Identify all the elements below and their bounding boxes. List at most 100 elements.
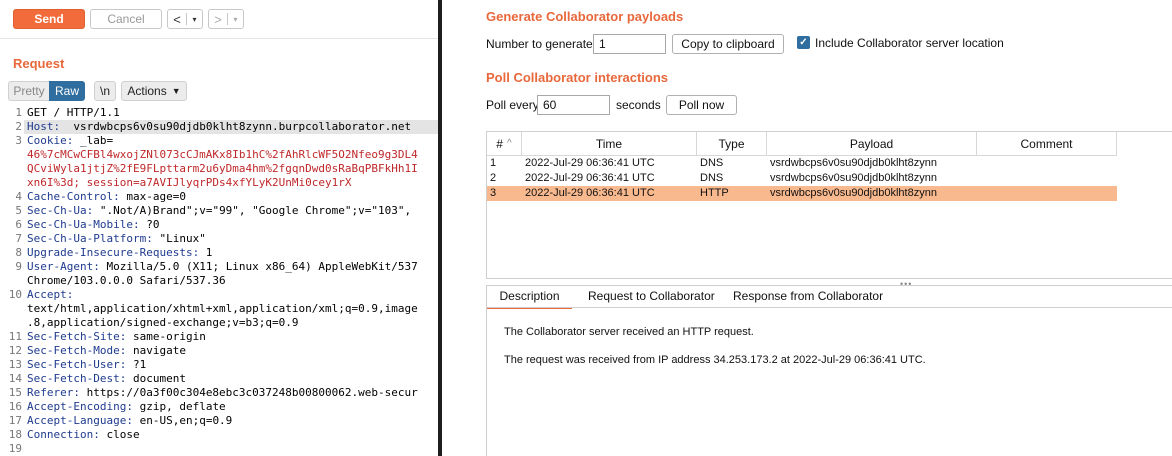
line-number: 10 bbox=[8, 288, 22, 301]
raw-view-button[interactable]: Raw bbox=[49, 81, 85, 101]
include-server-location-checkbox[interactable]: ✓ bbox=[797, 36, 810, 49]
show-newlines-button[interactable]: \n bbox=[94, 81, 116, 101]
poll-now-button[interactable]: Poll now bbox=[666, 95, 737, 115]
description-line-2: The request was received from IP address… bbox=[504, 354, 926, 366]
header-value: ".Not/A)Brand";v="99", "Google Chrome";v… bbox=[93, 204, 412, 217]
tab-description[interactable]: Description bbox=[487, 286, 572, 309]
sort-ascending-icon: ^ bbox=[506, 138, 512, 149]
line-text: Accept-Encoding: gzip, deflate bbox=[27, 400, 226, 414]
column-header-time[interactable]: Time bbox=[522, 132, 697, 156]
header-value: https://0a3f00c304e8ebc3c037248b00800062… bbox=[79, 386, 418, 399]
header-value: GET / HTTP/1.1 bbox=[27, 106, 120, 119]
line-text: Connection: close bbox=[27, 428, 140, 442]
cell-time: 2022-Jul-29 06:36:41 UTC bbox=[525, 187, 655, 199]
line-number: 19 bbox=[8, 442, 22, 455]
header-value: ?1 bbox=[126, 358, 147, 371]
header-name: Sec-Ch-Ua-Platform: bbox=[27, 232, 153, 245]
column-header-comment[interactable]: Comment bbox=[977, 132, 1117, 156]
header-name: Sec-Fetch-User: bbox=[27, 358, 127, 371]
forward-arrow-icon[interactable]: > bbox=[209, 12, 227, 27]
line-text: QCviWyla1jtjZ%2fE9FLpttarm2u6yDma4hm%2fg… bbox=[27, 162, 418, 176]
description-line-1: The Collaborator server received an HTTP… bbox=[504, 326, 754, 338]
poll-interval-input[interactable]: 60 bbox=[537, 95, 610, 115]
header-value: navigate bbox=[126, 344, 186, 357]
column-header-payload[interactable]: Payload bbox=[767, 132, 977, 156]
actions-menu-button[interactable]: Actions ▼ bbox=[121, 81, 187, 101]
header-name: Accept-Encoding: bbox=[27, 400, 133, 413]
header-name: Referer: bbox=[27, 386, 80, 399]
tab-response-from-collaborator[interactable]: Response from Collaborator bbox=[733, 286, 883, 307]
request-title: Request bbox=[13, 56, 65, 71]
collaborator-pane: Generate Collaborator payloads Number to… bbox=[442, 0, 1172, 456]
line-text: GET / HTTP/1.1 bbox=[27, 106, 120, 120]
line-text: Chrome/103.0.0.0 Safari/537.36 bbox=[27, 274, 226, 288]
line-text: 46%7cMCwCFBl4wxojZNl073cCJmAKx8Ib1hC%2fA… bbox=[27, 148, 418, 162]
header-value: document bbox=[126, 372, 186, 385]
cell-type: DNS bbox=[700, 172, 724, 184]
line-number: 5 bbox=[15, 204, 22, 217]
cell-type: HTTP bbox=[700, 187, 729, 199]
poll-every-label: Poll every bbox=[486, 98, 539, 112]
table-row[interactable]: 1 2022-Jul-29 06:36:41 UTC DNS vsrdwbcps6v0… bbox=[487, 156, 1117, 171]
header-name: Sec-Fetch-Mode: bbox=[27, 344, 127, 357]
line-text: Sec-Fetch-Dest: document bbox=[27, 372, 186, 386]
line-number: 11 bbox=[8, 330, 22, 343]
cookie-value: xn6I%3d; session=a7AVIJlyqrPDs4xfYLyK2Un… bbox=[27, 176, 352, 189]
line-text: Sec-Fetch-Site: same-origin bbox=[27, 330, 206, 344]
header-name: Cache-Control: bbox=[27, 190, 120, 203]
tab-request-to-collaborator[interactable]: Request to Collaborator bbox=[588, 286, 715, 307]
header-value: max-age=0 bbox=[119, 190, 186, 203]
back-arrow-icon[interactable]: < bbox=[168, 12, 186, 27]
header-name: Sec-Ch-Ua-Mobile: bbox=[27, 218, 140, 231]
send-button[interactable]: Send bbox=[13, 9, 85, 29]
header-name: Sec-Ch-Ua: bbox=[27, 204, 94, 217]
line-number: 13 bbox=[8, 358, 22, 371]
chevron-down-icon[interactable]: ▾ bbox=[228, 15, 243, 24]
line-number: 3 bbox=[15, 134, 22, 147]
pretty-view-button[interactable]: Pretty bbox=[8, 81, 49, 101]
cell-id: 3 bbox=[490, 187, 497, 199]
line-text: Referer: https://0a3f00c304e8ebc3c037248… bbox=[27, 386, 418, 400]
cell-type: DNS bbox=[700, 157, 724, 169]
history-back-group[interactable]: < ▾ bbox=[167, 9, 203, 29]
history-forward-group[interactable]: > ▾ bbox=[208, 9, 244, 29]
line-text: Sec-Ch-Ua: ".Not/A)Brand";v="99", "Googl… bbox=[27, 204, 411, 218]
header-value: same-origin bbox=[126, 330, 206, 343]
line-number: 14 bbox=[8, 372, 22, 385]
table-row[interactable]: 3 2022-Jul-29 06:36:41 UTC HTTP vsrdwbcps6v… bbox=[487, 186, 1117, 201]
header-name: Host: bbox=[27, 120, 61, 133]
cookie-value: 46%7cMCwCFBl4wxojZNl073cCJmAKx8Ib1hC%2fA… bbox=[27, 148, 418, 161]
header-value: text/html,application/xhtml+xml,applicat… bbox=[27, 302, 418, 315]
cell-id: 1 bbox=[490, 157, 497, 169]
column-label: # bbox=[496, 136, 503, 151]
actions-label: Actions bbox=[127, 84, 167, 98]
cancel-button[interactable]: Cancel bbox=[90, 9, 162, 29]
poll-interactions-title: Poll Collaborator interactions bbox=[486, 70, 669, 85]
line-text: text/html,application/xhtml+xml,applicat… bbox=[27, 302, 418, 316]
seconds-label: seconds bbox=[616, 98, 661, 112]
details-tab-bar: Description Request to Collaborator Resp… bbox=[486, 285, 1172, 309]
include-server-location-label: Include Collaborator server location bbox=[815, 36, 1004, 50]
line-text: Sec-Ch-Ua-Platform: "Linux" bbox=[27, 232, 206, 246]
chevron-down-icon[interactable]: ▾ bbox=[187, 15, 202, 24]
line-number: 7 bbox=[15, 232, 22, 245]
header-name: User-Agent: bbox=[27, 260, 100, 273]
header-value: close bbox=[99, 428, 140, 441]
line-number: 15 bbox=[8, 386, 22, 399]
line-number: 16 bbox=[8, 400, 22, 413]
interactions-table: # ^ Time Type Payload Comment 1 2022-Jul-… bbox=[486, 131, 1172, 279]
header-name: Connection: bbox=[27, 428, 100, 441]
cell-payload: vsrdwbcps6v0su90djdb0klht8zynn bbox=[770, 172, 937, 184]
line-number: 1 bbox=[15, 106, 22, 119]
column-header-type[interactable]: Type bbox=[697, 132, 767, 156]
table-row[interactable]: 2 2022-Jul-29 06:36:41 UTC DNS vsrdwbcps6v0… bbox=[487, 171, 1117, 186]
column-header-number[interactable]: # ^ bbox=[487, 132, 522, 156]
cell-time: 2022-Jul-29 06:36:41 UTC bbox=[525, 172, 655, 184]
request-editor[interactable]: 1 GET / HTTP/1.1 2 Host: vsrdwbcps6v0su90dj… bbox=[0, 106, 438, 456]
header-value: Mozilla/5.0 (X11; Linux x86_64) AppleWeb… bbox=[99, 260, 418, 273]
header-name: Accept-Language: bbox=[27, 414, 133, 427]
line-text: Cache-Control: max-age=0 bbox=[27, 190, 186, 204]
line-number: 2 bbox=[15, 120, 22, 133]
number-to-generate-input[interactable]: 1 bbox=[593, 34, 666, 54]
copy-to-clipboard-button[interactable]: Copy to clipboard bbox=[672, 34, 784, 54]
